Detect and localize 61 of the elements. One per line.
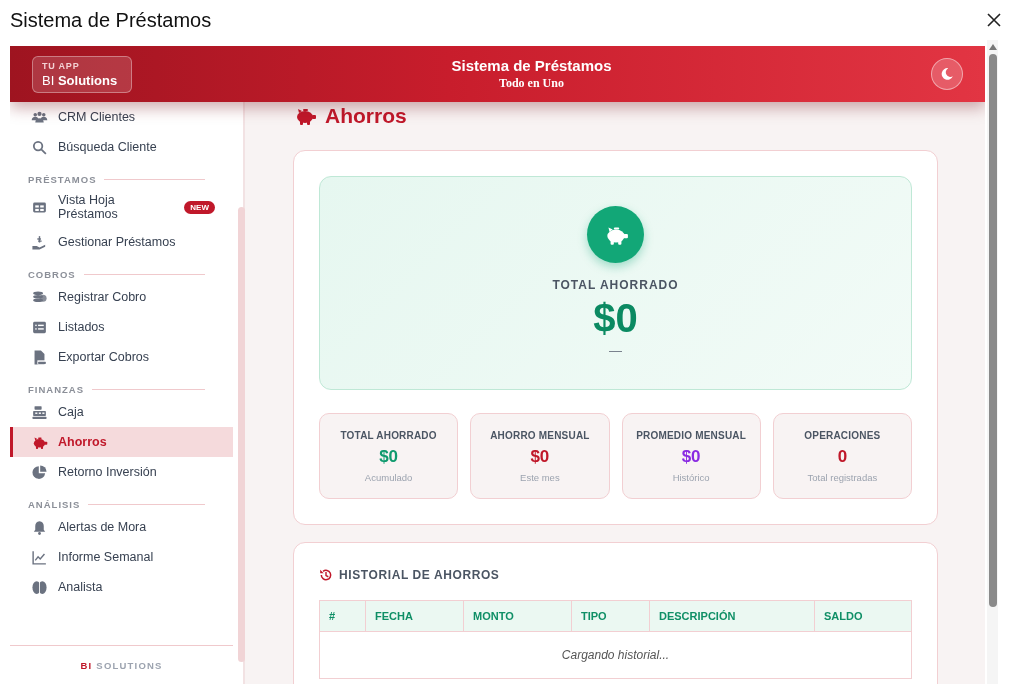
history-icon [319,568,333,582]
logo-name: BI Solutions [42,72,119,88]
sidebar-item[interactable]: Vista Hoja Préstamos NEW [10,187,233,227]
section-label: FINANZAS [28,384,85,395]
footer-brand: SOLUTIONS [96,659,163,671]
window-title: Sistema de Préstamos [10,8,212,32]
sidebar-item[interactable]: Exportar Cobros [10,342,233,372]
total-value: $0 [593,296,638,341]
stat-label: AHORRO MENSUAL [490,430,590,441]
stat-note: Histórico [672,472,710,483]
page-title: Ahorros [325,104,407,128]
pie-chart-icon [31,463,48,481]
sidebar-item[interactable]: Listados [10,312,233,342]
app-title: Sistema de Préstamos [451,57,612,74]
total-label: TOTAL AHORRADO [552,278,679,292]
app-subtitle: Todo en Uno [499,76,564,91]
cash-register-icon [31,403,48,421]
stat-note: Acumulado [364,472,413,483]
new-badge: NEW [184,200,215,214]
logo-caption: TU APP [42,60,81,71]
stat-value: $0 [379,447,399,467]
sidebar-item[interactable]: CRM Clientes [10,102,233,132]
section-label: ANÁLISIS [28,499,81,510]
scroll-up-icon[interactable] [988,44,997,50]
sidebar-item[interactable]: Informe Semanal [10,542,233,572]
column-header: DESCRIPCIÓN [650,601,815,632]
sidebar-item[interactable]: Ahorros [10,427,233,457]
stat-value: $0 [681,447,701,467]
section-label: PRÉSTAMOS [28,174,97,185]
sidebar-item[interactable]: Registrar Cobro [10,282,233,312]
moon-icon [940,67,954,81]
section-label: COBROS [28,269,76,280]
line-chart-icon [31,548,48,566]
history-title: HISTORIAL DE AHORROS [339,568,500,582]
column-header: FECHA [366,601,464,632]
stat-label: TOTAL AHORRADO [340,430,437,441]
column-header: TIPO [572,601,650,632]
stat-label: OPERACIONES [804,430,881,441]
sidebar-item[interactable]: Búsqueda Cliente [10,132,233,162]
sidebar-item[interactable]: Caja [10,397,233,427]
search-icon [31,138,48,156]
stat-note: Total registradas [807,472,878,483]
loading-message: Cargando historial... [560,647,671,664]
stat-value: $0 [530,447,550,467]
stat-label: PROMEDIO MENSUAL [636,430,747,441]
brain-icon [31,578,48,596]
theme-toggle-button[interactable] [931,58,963,90]
total-note: — [609,343,622,358]
column-header: SALDO [815,601,911,632]
sidebar-item[interactable]: Retorno Inversión [10,457,233,487]
sidebar-item[interactable]: Analista [10,572,233,602]
bell-icon [31,518,48,536]
stat-value: 0 [837,447,848,467]
column-header: MONTO [464,601,572,632]
column-header: # [320,601,366,632]
stat-note: Este mes [520,472,560,483]
sidebar-item[interactable]: Gestionar Préstamos [10,227,233,257]
sidebar-item[interactable]: Alertas de Mora [10,512,233,542]
hand-coin-icon [31,233,48,251]
close-icon[interactable] [987,13,1001,27]
footer-brand-accent: BI [80,659,93,671]
